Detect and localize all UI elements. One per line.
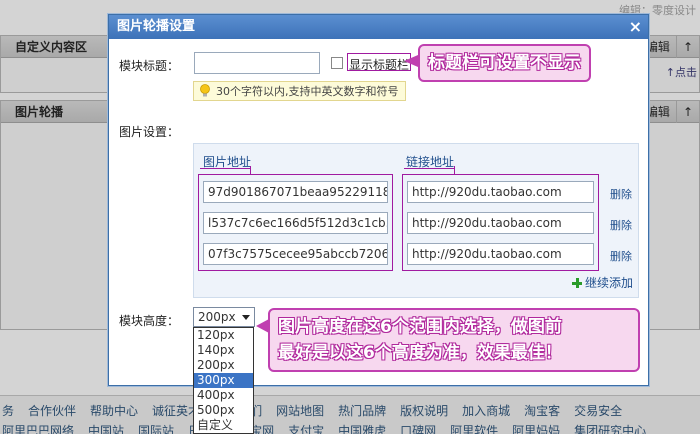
footer-partner-link[interactable]: 口碑网 [400, 424, 436, 434]
height-option[interactable]: 120px [194, 328, 253, 343]
show-title-checkbox[interactable] [331, 57, 343, 69]
link-url-input[interactable]: http://920du.taobao.com [407, 243, 594, 265]
site-footer: 务合作伙伴帮助中心诚征英才联系我们网站地图热门品牌版权说明加入商城淘宝客交易安全… [0, 395, 700, 434]
dialog-header: 图片轮播设置 × [109, 15, 648, 39]
module-height-label: 模块高度： [119, 314, 180, 328]
height-option[interactable]: 500px [194, 403, 253, 418]
footer-partner-link[interactable]: 国际站 [138, 424, 174, 434]
height-option[interactable]: 自定义 [194, 418, 253, 433]
footer-link[interactable]: 务 [2, 404, 14, 418]
delete-row-link[interactable]: 删除 [610, 186, 632, 202]
height-option[interactable]: 300px [194, 373, 253, 388]
footer-partner-link[interactable]: 中国站 [88, 424, 124, 434]
add-more-label: 继续添加 [585, 276, 634, 290]
move-up-icon[interactable]: ↑ [675, 101, 699, 123]
image-settings-label: 图片设置： [119, 125, 180, 139]
footer-link[interactable]: 合作伙伴 [28, 404, 76, 418]
image-url-input[interactable]: 97d901867071beaa95229118.jpg [203, 181, 388, 203]
image-url-input[interactable]: l537c7c6ec166d5f512d3c1cb.jpg [203, 212, 388, 234]
footer-link[interactable]: 版权说明 [400, 404, 448, 418]
footer-partner-links: 阿里巴巴网络中国站国际站日文站淘宝网支付宝中国雅虎口碑网阿里软件阿里妈妈集团研究… [2, 422, 660, 434]
title-tip: 30个字符以内,支持中英文数字和符号 [193, 81, 406, 101]
callout-text-line2: 最好是以这6个高度为准，效果最佳！ [278, 343, 562, 363]
footer-partner-link[interactable]: 集团研究中心 [574, 424, 646, 434]
chevron-down-icon [242, 315, 250, 320]
callout-text: 标题栏可设置不显示 [428, 53, 581, 73]
lightbulb-icon [200, 84, 210, 97]
height-option[interactable]: 400px [194, 388, 253, 403]
height-options-list: 120px 140px 200px 300px 400px 500px 自定义 [193, 327, 254, 434]
link-title-connector [454, 166, 455, 174]
tip-text: 30个字符以内,支持中英文数字和符号 [216, 85, 399, 98]
link-url-input[interactable]: http://920du.taobao.com [407, 212, 594, 234]
footer-link[interactable]: 淘宝客 [524, 404, 560, 418]
footer-links: 务合作伙伴帮助中心诚征英才联系我们网站地图热门品牌版权说明加入商城淘宝客交易安全 [2, 402, 636, 419]
link-url-input[interactable]: http://920du.taobao.com [407, 181, 594, 203]
image-url-input[interactable]: 07f3c7575cecee95abccb7206.jpg [203, 243, 388, 265]
image-settings-box: 图片地址 链接地址 97d901867071beaa95229118.jpg h… [193, 143, 639, 298]
height-callout: 图片高度在这6个范围内选择，做图前 最好是以这6个高度为准，效果最佳！ [268, 308, 640, 372]
add-more-link[interactable]: 继续添加 [572, 274, 633, 291]
close-icon[interactable]: × [629, 15, 642, 39]
selected-height: 200px [198, 310, 236, 324]
image-url-column-title: 图片地址 [203, 155, 252, 169]
module-height-select[interactable]: 200px [193, 307, 255, 327]
height-option[interactable]: 200px [194, 358, 253, 373]
footer-link[interactable]: 加入商城 [462, 404, 510, 418]
delete-row-link[interactable]: 删除 [610, 248, 632, 264]
footer-partner-link[interactable]: 阿里妈妈 [512, 424, 560, 434]
plus-icon [572, 278, 582, 288]
title-callout-pointer [404, 55, 418, 67]
show-title-label: 显示标题栏 [349, 58, 410, 72]
link-url-column-title: 链接地址 [406, 155, 455, 169]
footer-partner-link[interactable]: 支付宝 [288, 424, 324, 434]
footer-partner-link[interactable]: 阿里巴巴网络 [2, 424, 74, 434]
hint-link[interactable]: ↑点击 [666, 64, 697, 80]
move-up-icon[interactable]: ↑ [675, 36, 699, 58]
footer-link[interactable]: 交易安全 [574, 404, 622, 418]
footer-link[interactable]: 网站地图 [276, 404, 324, 418]
footer-link[interactable]: 帮助中心 [90, 404, 138, 418]
title-bar-callout: 标题栏可设置不显示 [418, 44, 591, 82]
footer-partner-link[interactable]: 阿里软件 [450, 424, 498, 434]
dialog-title: 图片轮播设置 [117, 19, 196, 34]
footer-partner-link[interactable]: 中国雅虎 [338, 424, 386, 434]
module-title-label: 模块标题： [119, 59, 180, 73]
delete-row-link[interactable]: 删除 [610, 217, 632, 233]
module-title-input[interactable] [194, 52, 320, 74]
callout-text-line1: 图片高度在这6个范围内选择，做图前 [278, 317, 562, 337]
height-option[interactable]: 140px [194, 343, 253, 358]
footer-link[interactable]: 热门品牌 [338, 404, 386, 418]
height-callout-pointer [256, 319, 269, 333]
